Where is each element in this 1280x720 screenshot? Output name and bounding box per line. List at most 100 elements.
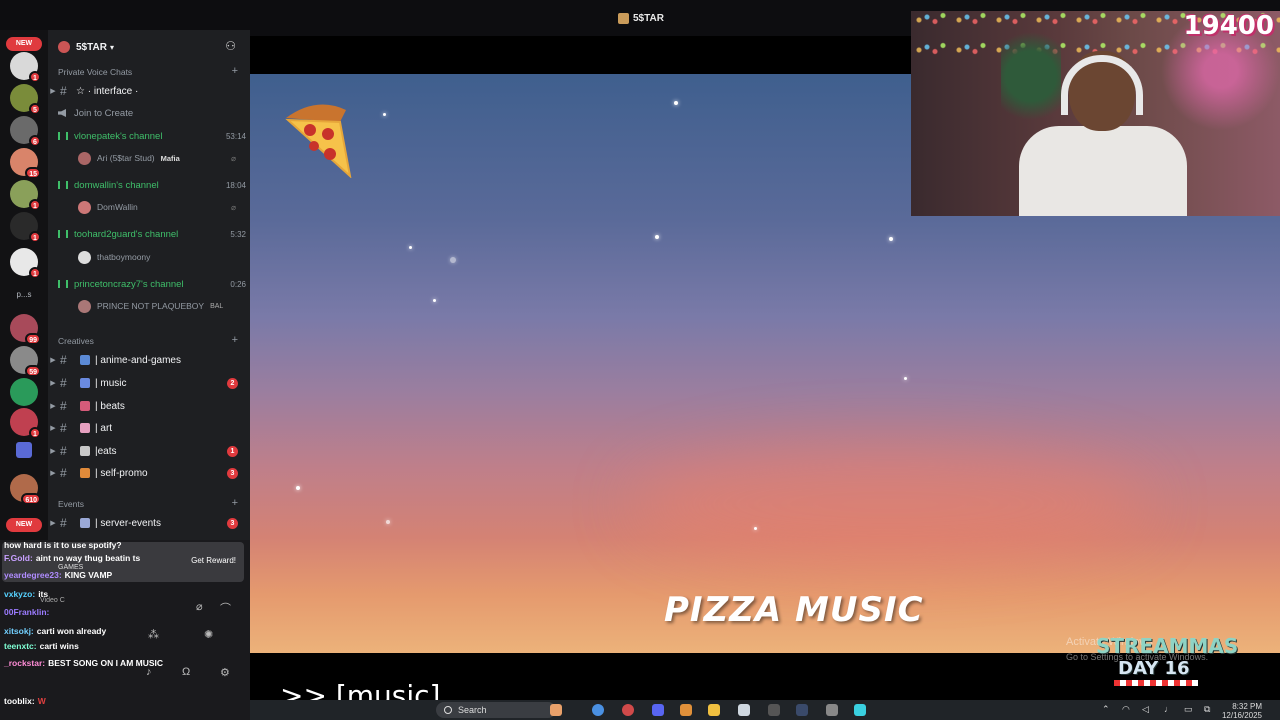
voice-time: 18:04 [225,180,246,190]
chevron-up-icon[interactable]: ⌃ [1102,704,1110,715]
server-header[interactable]: 5$TAR ▾ ⚇ [48,30,250,64]
channel-eats[interactable]: ▶ # |eats 1 [48,441,250,461]
headphones-icon[interactable]: Ω [182,666,190,678]
add-member-icon[interactable]: ⚇ [225,39,236,53]
chrome-icon[interactable] [592,704,604,716]
chat-message: carti won already [36,626,107,636]
folder-icon[interactable] [16,442,32,458]
channel-label: | beats [95,400,125,412]
taskbar-search[interactable]: Search [436,702,556,718]
activities-icon[interactable]: ⁂ [148,628,159,641]
new-badge: NEW [6,37,42,51]
voice-icon [58,230,68,238]
app-icon[interactable] [826,704,838,716]
join-to-create-channel[interactable]: Join to Create [58,104,133,122]
voice-channel[interactable]: princetoncrazy7's channel 0:26 [58,275,248,293]
app-icon[interactable] [622,704,634,716]
voice-channel-name: domwallin's channel [74,179,159,191]
server-icon[interactable]: 610 [10,474,41,505]
server-name: 5$TAR [76,41,107,53]
text-server-icon[interactable]: p...s [10,290,38,299]
voice-user-name: DomWallin [97,202,138,212]
channel-art[interactable]: ▶ # | art [48,418,250,438]
chat-line: _rockstar: BEST SONG ON I AM MUSIC [4,658,163,668]
add-channel-icon[interactable]: + [232,65,238,77]
channel-label: |eats [95,445,117,457]
chat-line: how hard is it to use spotify? [4,540,122,550]
voice-channel-name: vlonepatek's channel [74,130,163,142]
window-title-text: 5$TAR [633,13,664,24]
soundboard-icon[interactable]: ✺ [204,628,213,641]
channel-emoji-icon [80,468,90,478]
category-private-voice[interactable]: Private Voice Chats [58,67,132,77]
server-icon[interactable]: 1 [10,52,41,83]
server-icon[interactable]: 1 [10,180,41,211]
voice-user[interactable]: DomWallin ⌀ [78,199,248,215]
category-creatives[interactable]: Creatives [58,336,94,346]
unread-badge: 1 [227,445,238,457]
channel-label: | server-events [95,517,161,529]
taskbar: Search ⌃ ◠ ◁ ♩ ▭ ⧉ 8:32 PM 12/16/2025 [250,700,1280,720]
battery-icon[interactable]: ▭ [1184,704,1193,715]
voice-channel[interactable]: toohard2guard's channel 5:32 [58,225,248,243]
channel-anime-and-games[interactable]: ▶ # | anime-and-games [48,350,250,370]
get-reward-button[interactable]: Get Reward! [191,556,236,565]
server-icon[interactable]: 99 [10,314,41,345]
palette-icon [80,423,90,433]
obs-icon[interactable] [768,704,780,716]
channel-label: ☆ · interface · [76,85,139,97]
caret-right-icon: ▶ [50,425,56,432]
channel-label: | anime-and-games [95,354,181,366]
video-call-label: Video C [40,597,65,604]
voice-user[interactable]: PRINCE NOT PLAQUEBOY BAL [78,298,248,314]
voice-channel[interactable]: vlonepatek's channel 53:14 [58,127,248,145]
voice-channel-name: toohard2guard's channel [74,228,179,240]
channel-beats[interactable]: ▶ # | beats [48,396,250,416]
star [383,113,386,116]
server-icon[interactable]: 1 [10,408,41,439]
hash-icon: # [60,376,67,390]
server-icon[interactable]: 6 [10,116,41,147]
category-events[interactable]: Events [58,499,84,509]
server-icon[interactable]: 1 [10,212,41,243]
cutlery-icon [80,446,90,456]
calendar-icon [80,518,90,528]
wifi-icon[interactable]: ◠ [1122,704,1130,715]
channel-self-promo[interactable]: ▶ # | self-promo 3 [48,463,250,483]
channel-interface[interactable]: ▶ # ☆ · interface · [48,81,250,101]
discord-icon[interactable] [652,704,664,716]
star [655,235,659,239]
server-icon[interactable] [10,378,38,406]
mic-icon[interactable]: ♩ [1164,704,1173,714]
app-icon[interactable] [550,704,562,716]
speaker-icon[interactable]: ◁ [1142,704,1149,715]
server-icon[interactable]: 59 [10,346,41,377]
hang-up-icon[interactable]: ⌒ [220,600,231,616]
app-icon[interactable] [680,704,692,716]
channel-server-events[interactable]: ▶ # | server-events 3 [48,513,250,533]
voice-icon [58,181,68,189]
voice-user[interactable]: Ari (5$tar Stud) Mafia ⌀ [78,150,248,166]
server-icon [618,13,629,24]
search-icon [444,706,452,714]
server-icon[interactable]: 1 [10,248,41,279]
app-icon[interactable] [854,704,866,716]
voice-user[interactable]: thatboymoony [78,249,248,265]
taskbar-clock[interactable]: 8:32 PM 12/16/2025 [1222,702,1262,720]
mute-mic-icon[interactable]: ⌀ [196,600,203,613]
voice-channel[interactable]: domwallin's channel 18:04 [58,176,248,194]
add-channel-icon[interactable]: + [232,334,238,346]
network-icon[interactable]: ⧉ [1204,704,1210,715]
channel-music[interactable]: ▶ # | music 2 [48,373,250,393]
add-channel-icon[interactable]: + [232,497,238,509]
file-explorer-icon[interactable] [708,704,720,716]
server-icon[interactable]: 15 [10,148,41,179]
mention-badge: 15 [25,167,41,179]
app-icon[interactable] [796,704,808,716]
store-icon[interactable] [738,704,750,716]
server-icon[interactable]: 5 [10,84,41,115]
gear-icon[interactable]: ⚙ [220,666,230,679]
chat-line: xitsokj: carti won already [4,626,106,636]
series-day: DAY 16 [1118,658,1190,679]
microphone-icon[interactable]: ♪ [146,666,152,678]
